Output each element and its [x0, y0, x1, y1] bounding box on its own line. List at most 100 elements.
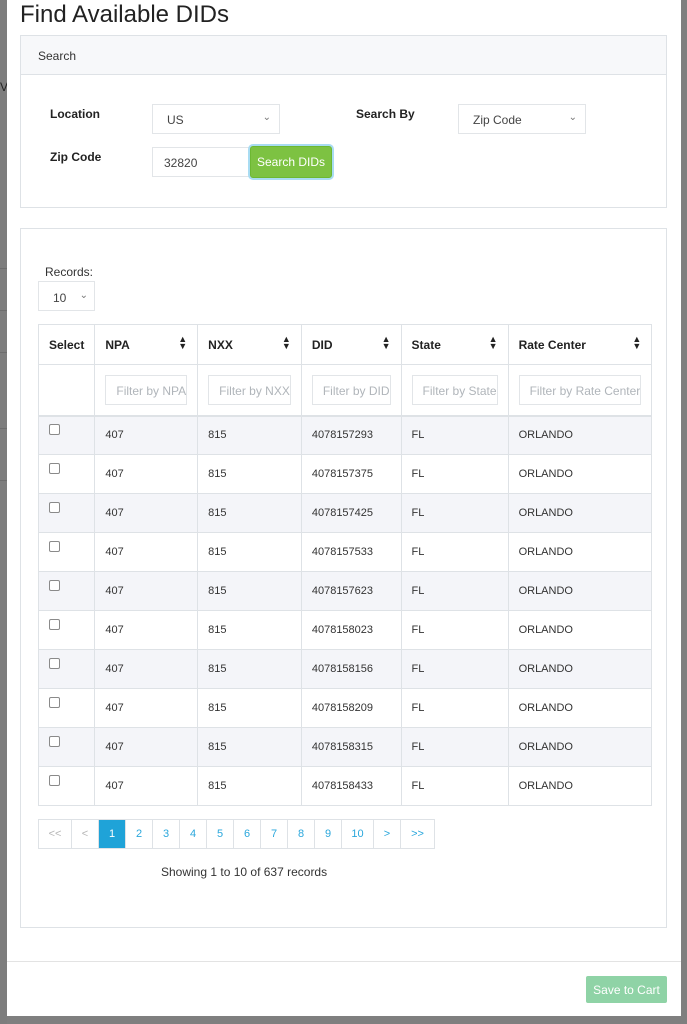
nxx-cell: 815 [197, 610, 302, 650]
records-label: Records: [45, 265, 94, 279]
state-cell: FL [400, 532, 509, 572]
row-select-checkbox[interactable] [49, 774, 60, 786]
state-cell-text: FL [411, 507, 425, 519]
table-row: 407 815 4078157623 FL ORLANDO [37, 571, 653, 611]
rate-center-cell: ORLANDO [507, 688, 653, 728]
row-select-checkbox[interactable] [49, 618, 60, 630]
row-select-checkbox[interactable] [49, 462, 60, 474]
nxx-cell: 815 [197, 688, 302, 728]
select-cell [37, 610, 96, 650]
page-backdrop [0, 0, 7, 1024]
page-last-button[interactable]: >> [401, 820, 434, 848]
row-select-checkbox[interactable] [49, 696, 60, 708]
save-to-cart-button[interactable]: Save to Cart [586, 976, 667, 1003]
backdrop-divider [0, 310, 7, 311]
column-header-state[interactable]: State ▲ ▼ [400, 324, 509, 365]
column-header-nxx[interactable]: NXX ▲ ▼ [197, 324, 302, 365]
sort-icon[interactable]: ▲ ▼ [632, 335, 641, 351]
npa-cell: 407 [94, 610, 199, 650]
state-cell-text: FL [411, 741, 425, 753]
state-cell: FL [400, 766, 509, 806]
state-cell: FL [400, 415, 509, 455]
page-2-button[interactable]: 2 [126, 820, 153, 848]
location-select[interactable]: US ⌄ [152, 104, 280, 134]
select-cell [37, 454, 96, 494]
npa-cell-text: 407 [105, 741, 124, 753]
page-prev-button[interactable]: < [72, 820, 99, 848]
table-row: 407 815 4078158023 FL ORLANDO [37, 610, 653, 650]
filter-npa-input[interactable]: Filter by NPA [105, 374, 188, 405]
did-cell: 4078158209 [300, 688, 402, 728]
column-header-rate-center[interactable]: Rate Center ▲ ▼ [507, 324, 653, 365]
select-cell [37, 766, 96, 806]
nxx-cell: 815 [197, 454, 302, 494]
footer-divider [7, 961, 681, 962]
select-cell [37, 649, 96, 689]
npa-cell-text: 407 [105, 546, 124, 558]
filter-row: Filter by NPA Filter by NXX Filter by DI… [37, 364, 653, 417]
page-10-button[interactable]: 10 [342, 820, 374, 848]
column-header-did[interactable]: DID ▲ ▼ [300, 324, 402, 365]
search-by-select[interactable]: Zip Code ⌄ [458, 104, 586, 134]
filter-rate-center-input[interactable]: Filter by Rate Center [518, 374, 642, 405]
did-cell-text: 4078158209 [311, 702, 374, 714]
npa-cell: 407 [94, 532, 199, 572]
rate-center-cell-text: ORLANDO [518, 624, 573, 636]
nxx-cell-text: 815 [208, 780, 227, 792]
page-7-button[interactable]: 7 [261, 820, 288, 848]
column-header-npa[interactable]: NPA ▲ ▼ [94, 324, 199, 365]
page-5-button[interactable]: 5 [207, 820, 234, 848]
did-cell-text: 4078157293 [311, 429, 374, 442]
row-select-checkbox[interactable] [49, 579, 60, 591]
npa-cell-text: 407 [105, 663, 124, 675]
page-first-button[interactable]: << [39, 820, 72, 848]
rate-center-cell-text: ORLANDO [518, 741, 573, 753]
did-cell: 4078158433 [300, 766, 402, 806]
npa-cell-text: 407 [105, 780, 124, 792]
did-cell-text: 4078158315 [311, 741, 374, 753]
did-cell-text: 4078158433 [311, 780, 374, 792]
sort-icon[interactable]: ▲ ▼ [282, 335, 291, 351]
search-dids-button[interactable]: Search DIDs [250, 146, 332, 178]
page-4-button[interactable]: 4 [180, 820, 207, 848]
rate-center-cell: ORLANDO [507, 571, 653, 611]
row-select-checkbox[interactable] [49, 657, 60, 669]
sort-icon[interactable]: ▲ ▼ [382, 335, 391, 351]
row-select-checkbox[interactable] [49, 735, 60, 747]
select-cell [37, 493, 96, 533]
row-select-checkbox[interactable] [49, 540, 60, 552]
filter-state-input[interactable]: Filter by State [411, 374, 498, 405]
page-9-button[interactable]: 9 [315, 820, 342, 848]
backdrop-divider [0, 480, 7, 481]
zip-code-value: 32820 [164, 156, 198, 170]
rate-center-cell-text: ORLANDO [518, 663, 573, 675]
records-per-page-select[interactable]: 10 ⌄ [38, 281, 95, 311]
page-1-button[interactable]: 1 [99, 820, 126, 848]
nxx-cell: 815 [197, 571, 302, 611]
backdrop-divider [0, 352, 7, 353]
select-cell [37, 415, 96, 455]
nxx-cell: 815 [197, 766, 302, 806]
state-cell-text: FL [411, 429, 425, 442]
page-6-button[interactable]: 6 [234, 820, 261, 848]
filter-nxx-input[interactable]: Filter by NXX [208, 374, 291, 405]
filter-did-input[interactable]: Filter by DID [311, 374, 391, 405]
search-by-label: Search By [356, 107, 415, 121]
nxx-cell: 815 [197, 727, 302, 767]
page-next-button[interactable]: > [374, 820, 401, 848]
state-cell-text: FL [411, 702, 425, 714]
npa-cell: 407 [94, 688, 199, 728]
page-8-button[interactable]: 8 [288, 820, 315, 848]
page-3-button[interactable]: 3 [153, 820, 180, 848]
row-select-checkbox[interactable] [49, 423, 60, 435]
state-cell-text: FL [411, 663, 425, 675]
zip-code-input[interactable]: 32820 [152, 147, 252, 177]
sort-icon[interactable]: ▲ ▼ [178, 335, 187, 351]
state-cell: FL [400, 727, 509, 767]
select-cell [37, 688, 96, 728]
row-select-checkbox[interactable] [49, 501, 60, 513]
rate-center-cell-text: ORLANDO [518, 468, 573, 480]
sort-icon[interactable]: ▲ ▼ [489, 335, 498, 351]
state-cell: FL [400, 649, 509, 689]
did-cell: 4078157425 [300, 493, 402, 533]
